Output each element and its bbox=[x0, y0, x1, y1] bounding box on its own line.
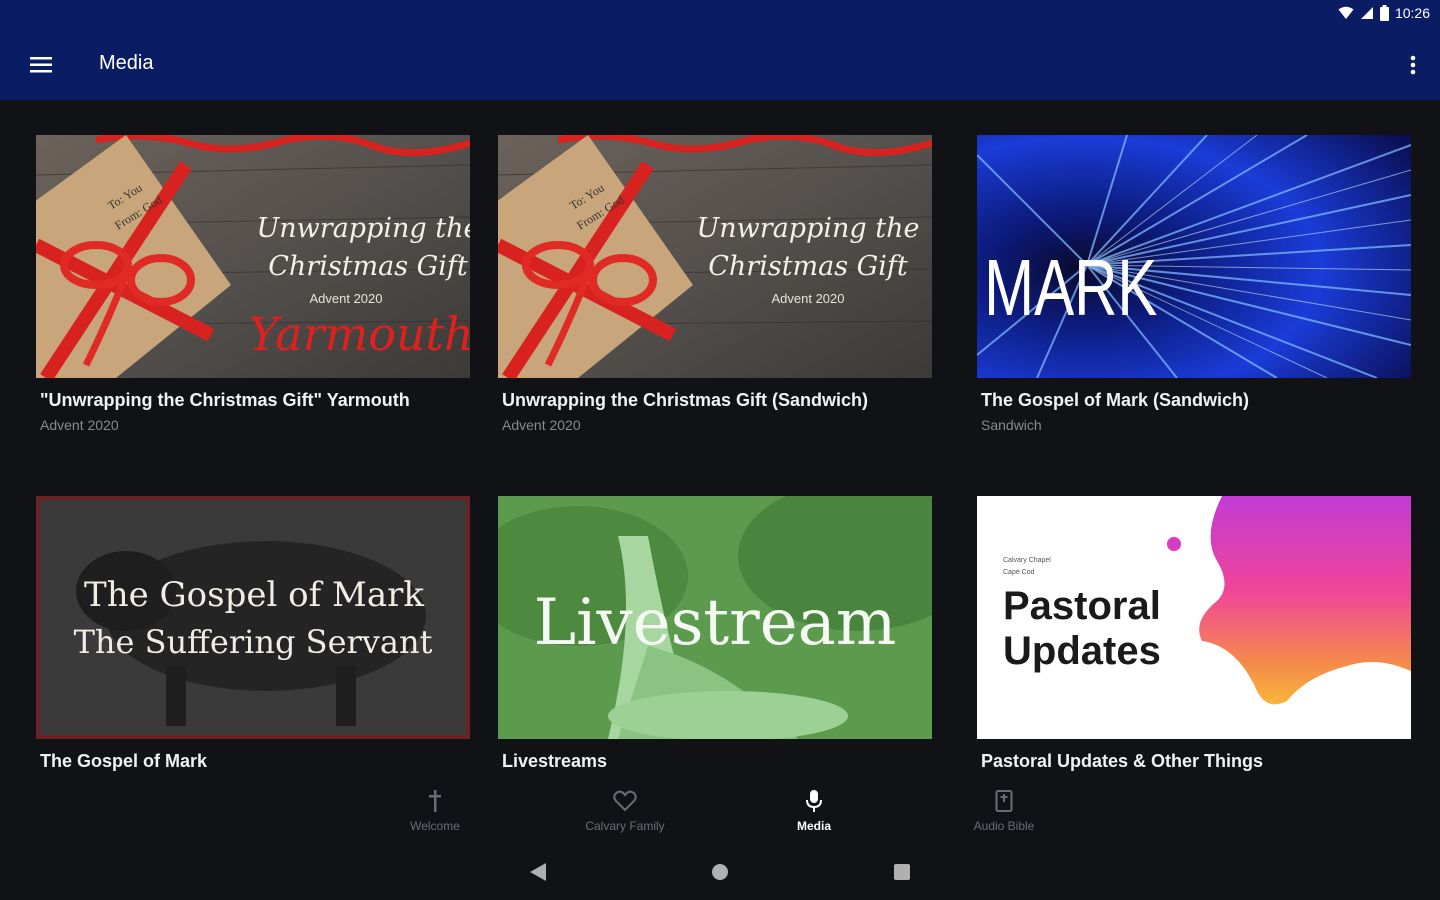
card-title: Livestreams bbox=[502, 751, 608, 771]
status-time: 10:26 bbox=[1394, 5, 1430, 21]
mark-artwork: MARK bbox=[977, 135, 1411, 378]
svg-text:Calvary Chapel: Calvary Chapel bbox=[1003, 557, 1051, 564]
card-title: "Unwrapping the Christmas Gift" Yarmouth bbox=[40, 390, 410, 410]
recents-button[interactable] bbox=[888, 858, 916, 886]
svg-text:Unwrapping the: Unwrapping the bbox=[697, 213, 920, 244]
suffering-servant-artwork: The Gospel of Mark The Suffering Servant bbox=[36, 496, 470, 739]
page-title: Media bbox=[99, 52, 154, 74]
media-grid: To: You From: God Unwrapping the Christm… bbox=[0, 100, 1440, 784]
card-title: The Gospel of Mark (Sandwich) bbox=[981, 390, 1250, 410]
card-thumbnail: MARK bbox=[977, 135, 1411, 378]
nav-item-welcome[interactable]: Welcome bbox=[375, 790, 495, 842]
svg-text:MARK: MARK bbox=[984, 243, 1157, 332]
nav-label: Calvary Family bbox=[585, 819, 665, 833]
card-subtitle: Advent 2020 bbox=[40, 417, 119, 433]
recents-square-icon bbox=[894, 864, 910, 880]
overflow-menu-button[interactable] bbox=[1406, 48, 1420, 82]
home-circle-icon bbox=[712, 864, 728, 880]
nav-item-audio-bible[interactable]: Audio Bible bbox=[944, 790, 1064, 842]
svg-text:Livestream: Livestream bbox=[534, 586, 897, 660]
card-title: The Gospel of Mark bbox=[40, 751, 208, 771]
system-navigation-bar bbox=[0, 844, 1440, 900]
cross-icon bbox=[429, 790, 441, 812]
card-thumbnail: To: You From: God Unwrapping the Christm… bbox=[498, 135, 932, 378]
status-bar: 10:26 bbox=[0, 0, 1440, 30]
cell-signal-icon bbox=[1360, 7, 1373, 19]
nav-label: Media bbox=[796, 819, 831, 833]
card-thumbnail: The Gospel of Mark The Suffering Servant bbox=[36, 496, 470, 739]
battery-icon bbox=[1379, 5, 1389, 21]
pastoral-updates-artwork: Calvary Chapel Cape Cod Pastoral Updates bbox=[977, 496, 1411, 739]
media-card-mark-sandwich[interactable]: MARK The Gospel of Mark (Sandwich) Sandw… bbox=[977, 135, 1411, 445]
wifi-icon bbox=[1338, 6, 1354, 19]
card-thumbnail: To: You From: God Unwrapping the Christm… bbox=[36, 135, 470, 378]
menu-button[interactable] bbox=[22, 50, 60, 80]
card-title: Unwrapping the Christmas Gift (Sandwich) bbox=[502, 390, 869, 410]
media-card-pastoral-updates[interactable]: Calvary Chapel Cape Cod Pastoral Updates… bbox=[977, 496, 1411, 784]
more-vert-icon bbox=[1410, 55, 1416, 75]
svg-text:Unwrapping the: Unwrapping the bbox=[257, 213, 470, 244]
card-thumbnail: Calvary Chapel Cape Cod Pastoral Updates bbox=[977, 496, 1411, 739]
svg-text:Pastoral: Pastoral bbox=[1003, 584, 1161, 628]
svg-text:Cape Cod: Cape Cod bbox=[1003, 569, 1035, 576]
book-icon bbox=[995, 790, 1013, 812]
bottom-navigation: Welcome Calvary Family Media Audio Bible bbox=[0, 784, 1440, 844]
media-card-yarmouth[interactable]: To: You From: God Unwrapping the Christm… bbox=[36, 135, 470, 445]
svg-text:Christmas Gift: Christmas Gift bbox=[708, 251, 908, 282]
waterfall-artwork: Livestream bbox=[498, 496, 932, 739]
svg-text:Advent 2020: Advent 2020 bbox=[309, 291, 382, 306]
nav-item-calvary-family[interactable]: Calvary Family bbox=[565, 790, 685, 842]
back-button[interactable] bbox=[524, 858, 552, 886]
back-triangle-icon bbox=[530, 863, 546, 881]
card-subtitle: Sandwich bbox=[981, 417, 1042, 433]
app-bar: Media bbox=[0, 30, 1440, 100]
hamburger-menu-icon bbox=[30, 57, 52, 73]
svg-text:Updates: Updates bbox=[1003, 629, 1161, 673]
card-thumbnail: Livestream bbox=[498, 496, 932, 739]
media-card-livestreams[interactable]: Livestream Livestreams bbox=[498, 496, 932, 784]
card-title: Pastoral Updates & Other Things bbox=[981, 751, 1264, 771]
card-subtitle: Advent 2020 bbox=[502, 417, 581, 433]
nav-label: Audio Bible bbox=[973, 819, 1035, 833]
nav-item-media[interactable]: Media bbox=[754, 790, 874, 842]
svg-text:The Gospel of Mark: The Gospel of Mark bbox=[84, 575, 424, 615]
svg-text:Advent 2020: Advent 2020 bbox=[771, 291, 844, 306]
microphone-icon bbox=[806, 790, 822, 812]
christmas-gift-artwork: To: You From: God Unwrapping the Christm… bbox=[498, 135, 932, 378]
media-card-christmas-sandwich[interactable]: To: You From: God Unwrapping the Christm… bbox=[498, 135, 932, 445]
svg-text:The Suffering Servant: The Suffering Servant bbox=[74, 623, 433, 661]
home-button[interactable] bbox=[706, 858, 734, 886]
christmas-gift-artwork: To: You From: God Unwrapping the Christm… bbox=[36, 135, 470, 378]
svg-text:Christmas Gift: Christmas Gift bbox=[268, 251, 468, 282]
nav-label: Welcome bbox=[410, 819, 460, 833]
svg-text:Yarmouth: Yarmouth bbox=[248, 307, 470, 361]
status-icons: 10:26 bbox=[1338, 5, 1430, 21]
media-card-gospel-of-mark[interactable]: The Gospel of Mark The Suffering Servant… bbox=[36, 496, 470, 784]
heart-icon bbox=[613, 790, 637, 812]
